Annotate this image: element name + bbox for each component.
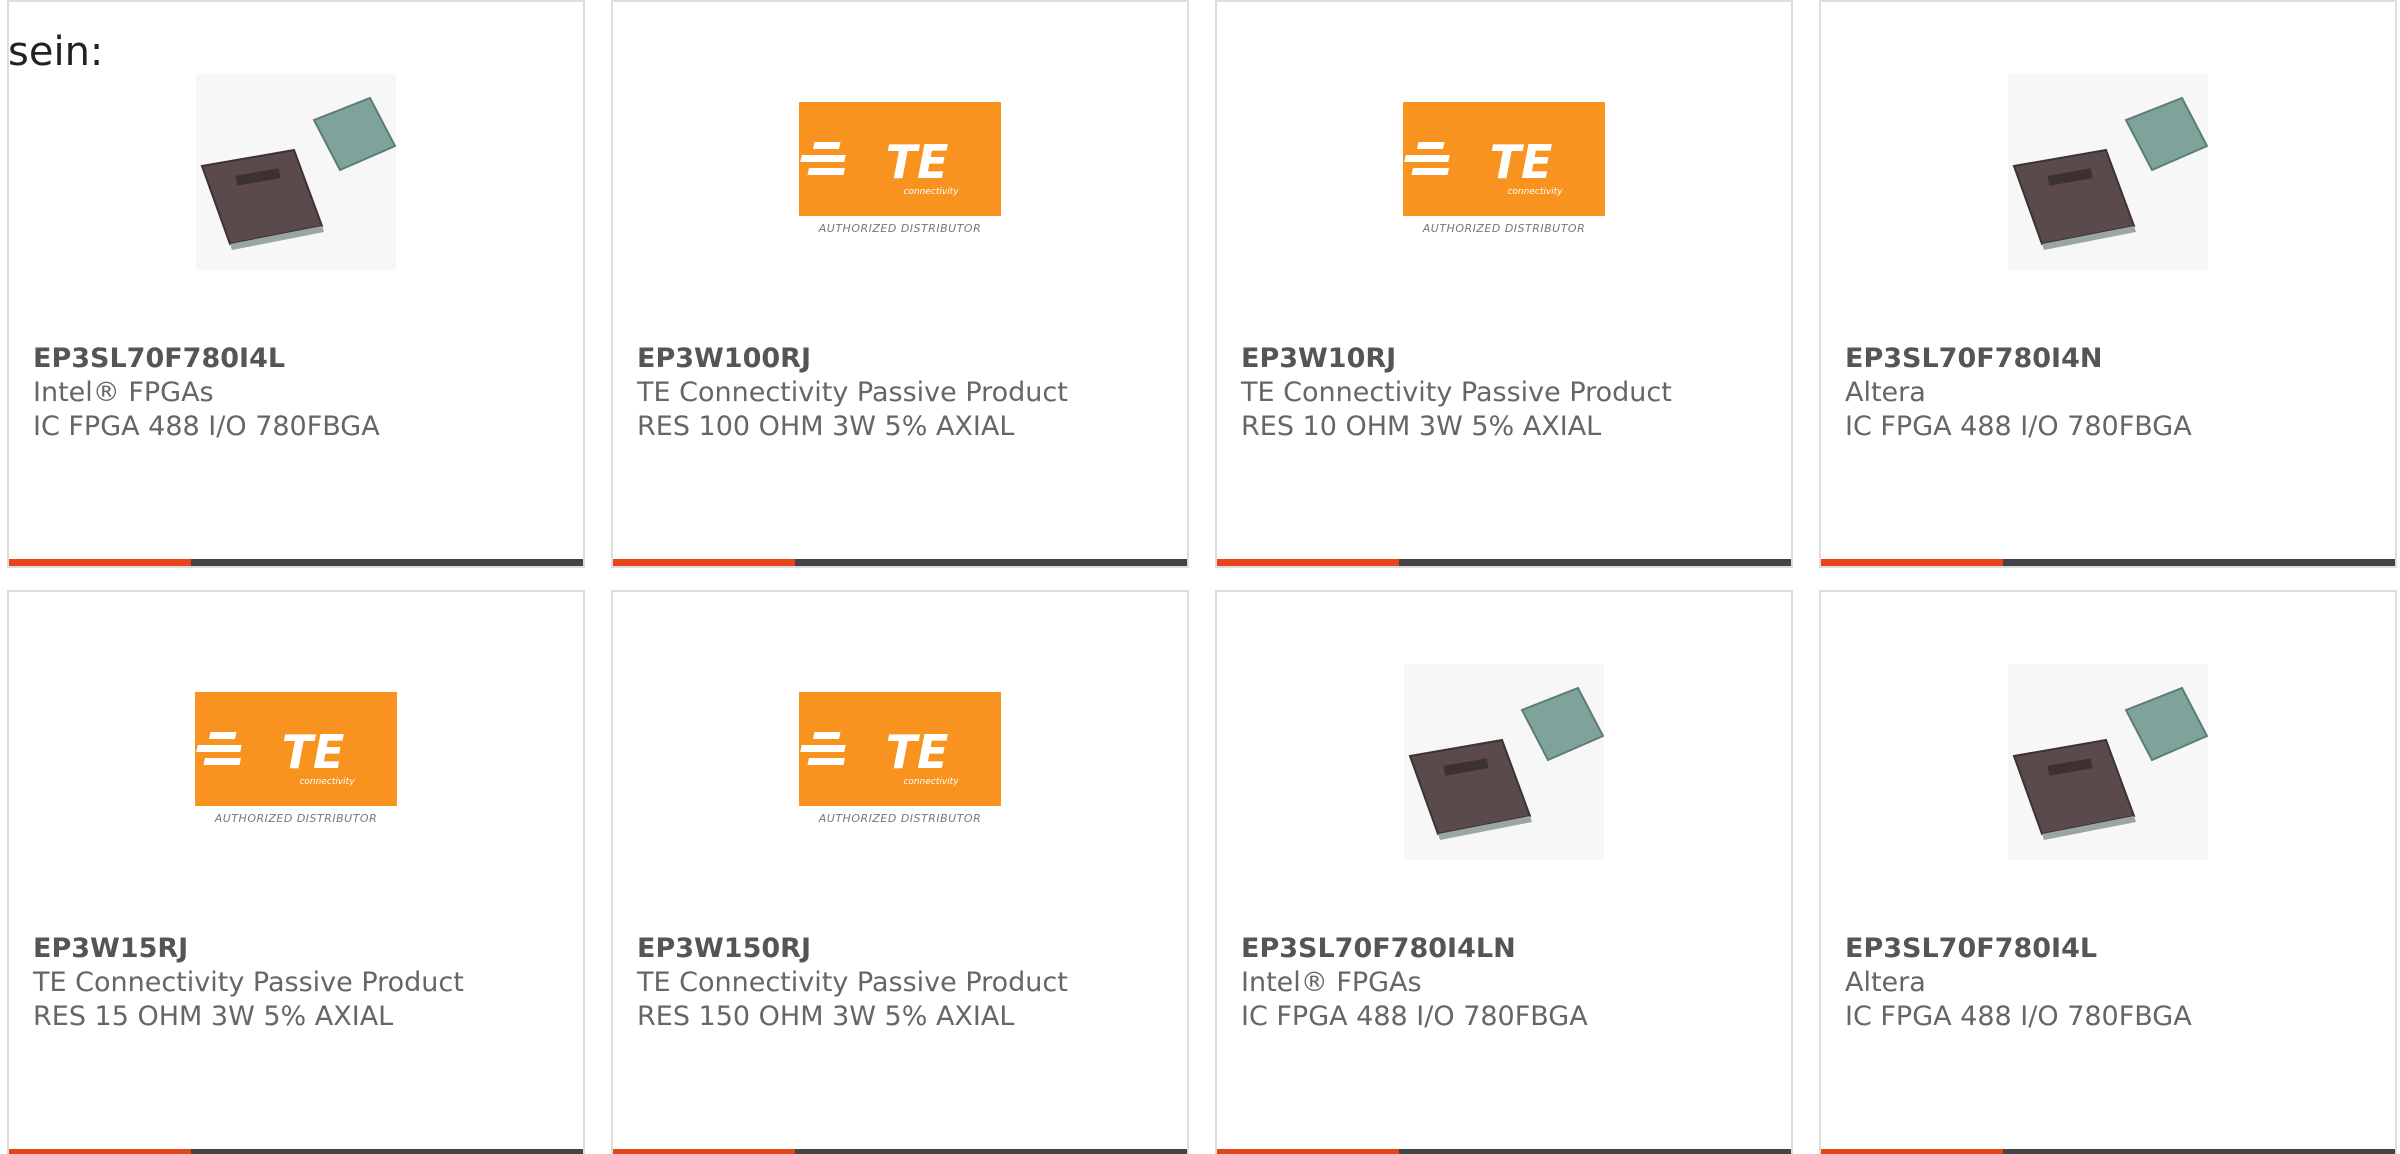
product-info: EP3SL70F780I4L Intel® FPGAs IC FPGA 488 … [33,342,567,444]
description: IC FPGA 488 I/O 780FBGA [1845,1001,2192,1032]
product-image [1821,652,2395,872]
te-connectivity-logo: TE connectivity AUTHORIZED DISTRIBUTOR [195,692,397,832]
svg-text:TE: TE [886,725,949,779]
description: RES 15 OHM 3W 5% AXIAL [33,1001,394,1032]
product-image [1217,652,1791,872]
product-info: EP3W150RJ TE Connectivity Passive Produc… [637,932,1171,1034]
logo-caption: AUTHORIZED DISTRIBUTOR [1422,222,1586,235]
svg-text:TE: TE [1490,135,1553,189]
product-card[interactable]: TE connectivity AUTHORIZED DISTRIBUTOR E… [1215,0,1793,568]
product-info: EP3W15RJ TE Connectivity Passive Product… [33,932,567,1034]
te-connectivity-logo: TE connectivity AUTHORIZED DISTRIBUTOR [1403,102,1605,242]
svg-text:connectivity: connectivity [903,187,959,197]
svg-text:TE: TE [282,725,345,779]
card-accent-bar [9,1149,191,1154]
product-grid: EP3SL70F780I4L Intel® FPGAs IC FPGA 488 … [7,0,2400,1154]
card-bottom-bar [1821,559,2395,566]
fpga-chip-image [2008,74,2208,270]
svg-text:TE: TE [886,135,949,189]
product-card[interactable]: EP3SL70F780I4L Intel® FPGAs IC FPGA 488 … [7,0,585,568]
card-bottom-bar [1217,1149,1791,1154]
description: IC FPGA 488 I/O 780FBGA [1241,1001,1588,1032]
description: RES 10 OHM 3W 5% AXIAL [1241,411,1602,442]
product-image [9,62,583,282]
part-number-link[interactable]: EP3W10RJ [1241,342,1775,376]
card-bottom-bar [613,559,1187,566]
product-card[interactable]: TE connectivity AUTHORIZED DISTRIBUTOR E… [7,590,585,1154]
card-accent-bar [613,559,795,566]
te-logo-mark: TE connectivity [800,725,959,787]
intro-text: sein: [8,29,104,75]
logo-caption: AUTHORIZED DISTRIBUTOR [214,812,378,825]
product-card[interactable]: EP3SL70F780I4L Altera IC FPGA 488 I/O 78… [1819,590,2397,1154]
card-accent-bar [1821,1149,2003,1154]
product-card[interactable]: TE connectivity AUTHORIZED DISTRIBUTOR E… [611,590,1189,1154]
te-logo-mark: TE connectivity [196,725,355,787]
part-number-link[interactable]: EP3SL70F780I4L [1845,932,2379,966]
part-number-link[interactable]: EP3SL70F780I4L [33,342,567,376]
card-bottom-bar [613,1149,1187,1154]
card-bottom-bar [1217,559,1791,566]
manufacturer: TE Connectivity Passive Product [33,967,464,998]
product-card[interactable]: EP3SL70F780I4N Altera IC FPGA 488 I/O 78… [1819,0,2397,568]
part-number-link[interactable]: EP3SL70F780I4LN [1241,932,1775,966]
fpga-chip-image [196,74,396,270]
svg-text:connectivity: connectivity [903,777,959,787]
product-info: EP3SL70F780I4L Altera IC FPGA 488 I/O 78… [1845,932,2379,1034]
card-accent-bar [1217,559,1399,566]
product-image: TE connectivity AUTHORIZED DISTRIBUTOR [613,62,1187,282]
fpga-chip-image [2008,664,2208,860]
part-number-link[interactable]: EP3W15RJ [33,932,567,966]
card-bottom-bar [9,559,583,566]
part-number-link[interactable]: EP3W100RJ [637,342,1171,376]
svg-text:connectivity: connectivity [299,777,355,787]
product-image: TE connectivity AUTHORIZED DISTRIBUTOR [9,652,583,872]
fpga-chip-image [1404,664,1604,860]
te-connectivity-logo: TE connectivity AUTHORIZED DISTRIBUTOR [799,692,1001,832]
logo-caption: AUTHORIZED DISTRIBUTOR [818,812,982,825]
manufacturer: Altera [1845,967,1926,998]
product-info: EP3SL70F780I4LN Intel® FPGAs IC FPGA 488… [1241,932,1775,1034]
te-logo-mark: TE connectivity [800,135,959,197]
description: IC FPGA 488 I/O 780FBGA [1845,411,2192,442]
part-number-link[interactable]: EP3SL70F780I4N [1845,342,2379,376]
logo-caption: AUTHORIZED DISTRIBUTOR [818,222,982,235]
product-card[interactable]: EP3SL70F780I4LN Intel® FPGAs IC FPGA 488… [1215,590,1793,1154]
product-info: EP3W10RJ TE Connectivity Passive Product… [1241,342,1775,444]
svg-text:connectivity: connectivity [1507,187,1563,197]
card-bottom-bar [1821,1149,2395,1154]
manufacturer: Intel® FPGAs [33,377,214,408]
te-connectivity-logo: TE connectivity AUTHORIZED DISTRIBUTOR [799,102,1001,242]
manufacturer: TE Connectivity Passive Product [637,377,1068,408]
product-card[interactable]: TE connectivity AUTHORIZED DISTRIBUTOR E… [611,0,1189,568]
card-accent-bar [613,1149,795,1154]
product-image: TE connectivity AUTHORIZED DISTRIBUTOR [613,652,1187,872]
card-accent-bar [1821,559,2003,566]
manufacturer: TE Connectivity Passive Product [1241,377,1672,408]
part-number-link[interactable]: EP3W150RJ [637,932,1171,966]
manufacturer: Intel® FPGAs [1241,967,1422,998]
description: IC FPGA 488 I/O 780FBGA [33,411,380,442]
card-accent-bar [1217,1149,1399,1154]
te-logo-mark: TE connectivity [1404,135,1563,197]
card-bottom-bar [9,1149,583,1154]
description: RES 100 OHM 3W 5% AXIAL [637,411,1015,442]
product-image: TE connectivity AUTHORIZED DISTRIBUTOR [1217,62,1791,282]
manufacturer: Altera [1845,377,1926,408]
product-image [1821,62,2395,282]
manufacturer: TE Connectivity Passive Product [637,967,1068,998]
description: RES 150 OHM 3W 5% AXIAL [637,1001,1015,1032]
product-info: EP3SL70F780I4N Altera IC FPGA 488 I/O 78… [1845,342,2379,444]
card-accent-bar [9,559,191,566]
product-grid-page: sein: EP3SL70F780I4L Intel® FPGAs IC FPG… [0,0,2400,1154]
product-info: EP3W100RJ TE Connectivity Passive Produc… [637,342,1171,444]
